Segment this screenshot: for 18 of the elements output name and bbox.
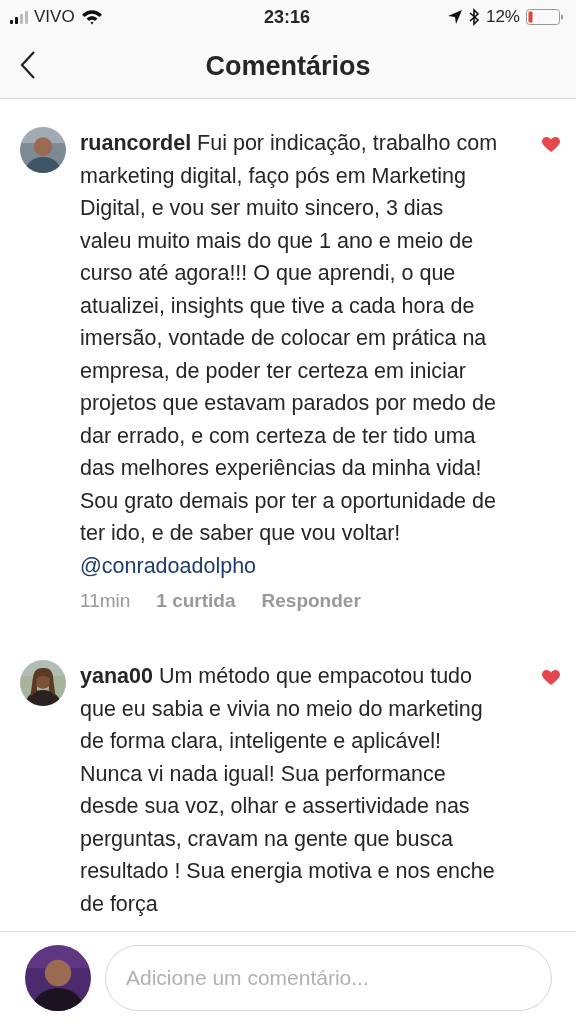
heart-icon[interactable] xyxy=(542,670,560,686)
comment-text: ruancordel Fui por indicação, trabalho com marketing digital, faço pós em Marketing Digital, e vou ser muito sincero, 3 dias valeu muito mais do que 1 ano e meio de curso até agora!!! O que aprendi, o que atualizei, insights que tive a cada hora de imersão, vontade de colocar em prática na empresa, de poder ter certeza em iniciar projetos que estavam parados por medo de dar errado, e com certeza de ter tido uma das melhores experiências da minha vida! Sou grato demais por ter a oportunidade de ter ido, e de saber que vou voltar! @conradoadolpho xyxy=(80,130,498,580)
location-arrow-icon xyxy=(446,9,463,25)
mention-link[interactable]: @conradoadolpho xyxy=(80,553,257,578)
bluetooth-icon xyxy=(468,8,480,26)
comment-input-field[interactable]: Adicione um comentário... xyxy=(105,945,552,1011)
signal-icon xyxy=(10,10,28,24)
heart-icon[interactable] xyxy=(542,137,560,153)
comment-text: yana00 Um método que empacotou tudo que eu sabia e vivia no meio do marketing de forma clara, inteligente e aplicável! Nunca vi nada igual! Sua performance desde sua voz, olhar e assertividade nas perguntas, cravam na gente que busca resultado ! Sua energia motiva e nos enche de força xyxy=(80,663,496,918)
carrier-name: VIVO xyxy=(34,7,75,27)
battery-icon xyxy=(526,8,564,26)
wifi-icon xyxy=(80,9,103,25)
username-link[interactable]: yana00 xyxy=(80,664,153,688)
page-title: Comentários xyxy=(205,50,371,82)
battery-percent: 12% xyxy=(485,7,520,27)
status-time: 23:16 xyxy=(263,6,310,28)
username-link[interactable]: ruancordel xyxy=(80,131,192,155)
comment-time: 11min xyxy=(80,590,131,612)
